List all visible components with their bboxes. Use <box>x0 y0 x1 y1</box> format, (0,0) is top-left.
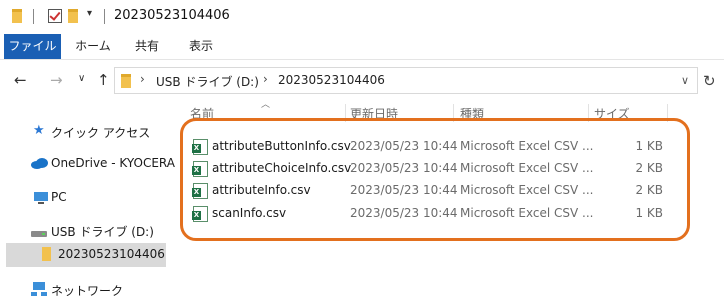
column-divider[interactable] <box>588 104 589 122</box>
tab-file[interactable]: ファイル <box>4 34 61 59</box>
breadcrumb-usb-drive[interactable]: USB ドライブ (D:) <box>156 73 259 90</box>
refresh-icon[interactable]: ↻ <box>703 72 716 90</box>
properties-check-icon[interactable] <box>48 9 62 23</box>
address-dropdown-icon[interactable]: ∨ <box>681 74 689 87</box>
network-icon <box>31 282 47 299</box>
file-name: scanInfo.csv <box>212 206 287 220</box>
column-header-type[interactable]: 種類 <box>460 105 484 123</box>
breadcrumb-current-folder[interactable]: 20230523104406 <box>278 73 385 87</box>
file-type: Microsoft Excel CSV ... <box>460 161 594 175</box>
excel-csv-file-icon: X <box>192 139 208 155</box>
column-divider[interactable] <box>345 104 346 122</box>
excel-csv-file-icon: X <box>192 206 208 222</box>
excel-csv-file-icon: X <box>192 183 208 199</box>
file-size: 2 KB <box>635 161 663 175</box>
new-folder-icon[interactable] <box>68 9 78 23</box>
sidebar-item-pc[interactable]: PC <box>0 186 175 210</box>
toolbar-divider <box>33 9 34 24</box>
vertical-scrollbar[interactable] <box>713 100 724 300</box>
sidebar-item-onedrive[interactable]: OneDrive - KYOCERA <box>0 152 175 176</box>
file-size: 1 KB <box>635 139 663 153</box>
column-divider[interactable] <box>453 104 454 122</box>
pc-icon <box>34 192 48 207</box>
folder-icon <box>42 247 51 264</box>
sort-ascending-icon: ︿ <box>261 100 271 110</box>
file-row[interactable]: X attributeButtonInfo.csv 2023/05/23 10:… <box>185 136 700 158</box>
file-type: Microsoft Excel CSV ... <box>460 139 594 153</box>
navigation-bar: ← → ∨ ↑ › USB ドライブ (D:) › 20230523104406… <box>0 60 724 100</box>
up-arrow-icon[interactable]: ↑ <box>97 71 110 89</box>
folder-icon <box>12 9 22 23</box>
forward-arrow-icon[interactable]: → <box>50 71 63 89</box>
file-type: Microsoft Excel CSV ... <box>460 206 594 220</box>
usb-drive-icon <box>31 227 47 241</box>
file-name: attributeInfo.csv <box>212 183 311 197</box>
column-header-date[interactable]: 更新日時 <box>350 105 398 123</box>
title-bar: ▾ 20230523104406 <box>0 0 724 34</box>
file-date: 2023/05/23 10:44 <box>350 139 458 153</box>
toolbar-divider <box>104 9 105 24</box>
window-title: 20230523104406 <box>114 8 230 23</box>
star-icon: ★ <box>33 123 45 138</box>
breadcrumb-chevron-icon[interactable]: › <box>140 72 145 86</box>
column-header-size[interactable]: サイズ <box>594 105 630 123</box>
file-size: 1 KB <box>635 206 663 220</box>
file-date: 2023/05/23 10:44 <box>350 206 458 220</box>
file-size: 2 KB <box>635 183 663 197</box>
tab-share[interactable]: 共有 <box>126 34 168 59</box>
sidebar-item-quick-access[interactable]: ★ クイック アクセス <box>0 120 175 144</box>
navigation-pane: ★ クイック アクセス OneDrive - KYOCERA PC USB ドラ… <box>0 100 175 300</box>
address-bar[interactable]: › USB ドライブ (D:) › 20230523104406 ∨ <box>114 67 698 94</box>
tab-view[interactable]: 表示 <box>180 34 222 59</box>
file-date: 2023/05/23 10:44 <box>350 161 458 175</box>
back-arrow-icon[interactable]: ← <box>14 71 27 89</box>
cloud-icon <box>31 158 49 172</box>
sidebar-item-usb-drive[interactable]: USB ドライブ (D:) <box>0 219 175 243</box>
breadcrumb-chevron-icon[interactable]: › <box>263 72 268 86</box>
file-date: 2023/05/23 10:44 <box>350 183 458 197</box>
tab-home[interactable]: ホーム <box>72 34 114 59</box>
column-header-name[interactable]: 名前 <box>190 105 214 123</box>
quick-access-dropdown-icon[interactable]: ▾ <box>87 8 92 19</box>
excel-csv-file-icon: X <box>192 161 208 177</box>
ribbon-tabs: ファイル ホーム 共有 表示 <box>0 34 724 60</box>
file-name: attributeButtonInfo.csv <box>212 139 351 153</box>
file-name: attributeChoiceInfo.csv <box>212 161 352 175</box>
file-row[interactable]: X scanInfo.csv 2023/05/23 10:44 Microsof… <box>185 203 700 225</box>
column-divider[interactable] <box>667 104 668 122</box>
sidebar-item-current-folder[interactable]: 20230523104406 <box>6 243 166 267</box>
file-row[interactable]: X attributeInfo.csv 2023/05/23 10:44 Mic… <box>185 180 700 202</box>
recent-locations-chevron-icon[interactable]: ∨ <box>78 73 85 84</box>
folder-icon <box>121 74 131 88</box>
file-type: Microsoft Excel CSV ... <box>460 183 594 197</box>
file-row[interactable]: X attributeChoiceInfo.csv 2023/05/23 10:… <box>185 158 700 180</box>
sidebar-item-network[interactable]: ネットワーク <box>0 278 175 300</box>
